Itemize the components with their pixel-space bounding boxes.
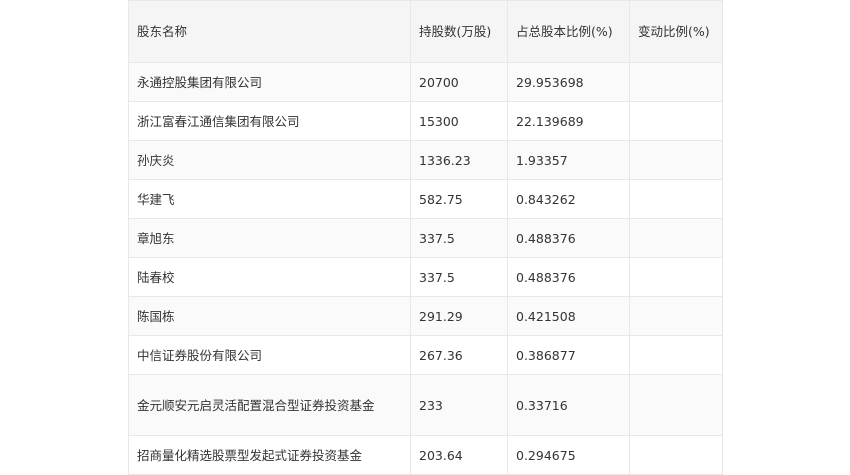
table-row: 金元顺安元启灵活配置混合型证券投资基金 233 0.33716: [128, 374, 723, 436]
cell-change-ratio: [629, 101, 723, 141]
cell-shares-held: 233: [410, 374, 508, 436]
cell-change-ratio: [629, 140, 723, 180]
cell-share-ratio: 22.139689: [507, 101, 630, 141]
table-row: 孙庆炎 1336.23 1.93357: [128, 140, 723, 180]
cell-shareholder-name: 永通控股集团有限公司: [128, 62, 411, 102]
cell-shareholder-name: 浙江富春江通信集团有限公司: [128, 101, 411, 141]
cell-shares-held: 1336.23: [410, 140, 508, 180]
table-row: 浙江富春江通信集团有限公司 15300 22.139689: [128, 101, 723, 141]
cell-shares-held: 337.5: [410, 218, 508, 258]
cell-shareholder-name: 华建飞: [128, 179, 411, 219]
cell-shareholder-name: 金元顺安元启灵活配置混合型证券投资基金: [128, 374, 411, 436]
shareholder-table-container: 股东名称 持股数(万股) 占总股本比例(%) 变动比例(%) 永通控股集团有限公…: [128, 0, 723, 475]
cell-shareholder-name: 招商量化精选股票型发起式证券投资基金: [128, 435, 411, 475]
cell-share-ratio: 0.33716: [507, 374, 630, 436]
cell-shareholder-name: 中信证券股份有限公司: [128, 335, 411, 375]
cell-shareholder-name: 陆春校: [128, 257, 411, 297]
cell-share-ratio: 0.386877: [507, 335, 630, 375]
cell-share-ratio: 29.953698: [507, 62, 630, 102]
cell-shares-held: 267.36: [410, 335, 508, 375]
cell-shares-held: 15300: [410, 101, 508, 141]
cell-share-ratio: 0.488376: [507, 218, 630, 258]
cell-share-ratio: 0.488376: [507, 257, 630, 297]
cell-share-ratio: 0.294675: [507, 435, 630, 475]
table-row: 陆春校 337.5 0.488376: [128, 257, 723, 297]
header-shareholder-name: 股东名称: [128, 0, 411, 63]
header-shares-held: 持股数(万股): [410, 0, 508, 63]
cell-change-ratio: [629, 179, 723, 219]
cell-change-ratio: [629, 335, 723, 375]
cell-change-ratio: [629, 435, 723, 475]
table-header-row: 股东名称 持股数(万股) 占总股本比例(%) 变动比例(%): [128, 0, 723, 63]
cell-shares-held: 337.5: [410, 257, 508, 297]
table-row: 陈国栋 291.29 0.421508: [128, 296, 723, 336]
cell-shareholder-name: 孙庆炎: [128, 140, 411, 180]
cell-change-ratio: [629, 218, 723, 258]
cell-share-ratio: 0.843262: [507, 179, 630, 219]
table-row: 永通控股集团有限公司 20700 29.953698: [128, 62, 723, 102]
header-share-ratio: 占总股本比例(%): [507, 0, 630, 63]
table-row: 章旭东 337.5 0.488376: [128, 218, 723, 258]
cell-change-ratio: [629, 62, 723, 102]
table-row: 招商量化精选股票型发起式证券投资基金 203.64 0.294675: [128, 435, 723, 475]
shareholder-table: 股东名称 持股数(万股) 占总股本比例(%) 变动比例(%) 永通控股集团有限公…: [128, 0, 723, 475]
cell-share-ratio: 0.421508: [507, 296, 630, 336]
cell-shareholder-name: 章旭东: [128, 218, 411, 258]
header-change-ratio: 变动比例(%): [629, 0, 723, 63]
table-row: 中信证券股份有限公司 267.36 0.386877: [128, 335, 723, 375]
cell-change-ratio: [629, 257, 723, 297]
cell-shares-held: 582.75: [410, 179, 508, 219]
cell-shares-held: 20700: [410, 62, 508, 102]
table-row: 华建飞 582.75 0.843262: [128, 179, 723, 219]
cell-shareholder-name: 陈国栋: [128, 296, 411, 336]
cell-change-ratio: [629, 296, 723, 336]
cell-shares-held: 203.64: [410, 435, 508, 475]
cell-change-ratio: [629, 374, 723, 436]
cell-shares-held: 291.29: [410, 296, 508, 336]
cell-share-ratio: 1.93357: [507, 140, 630, 180]
